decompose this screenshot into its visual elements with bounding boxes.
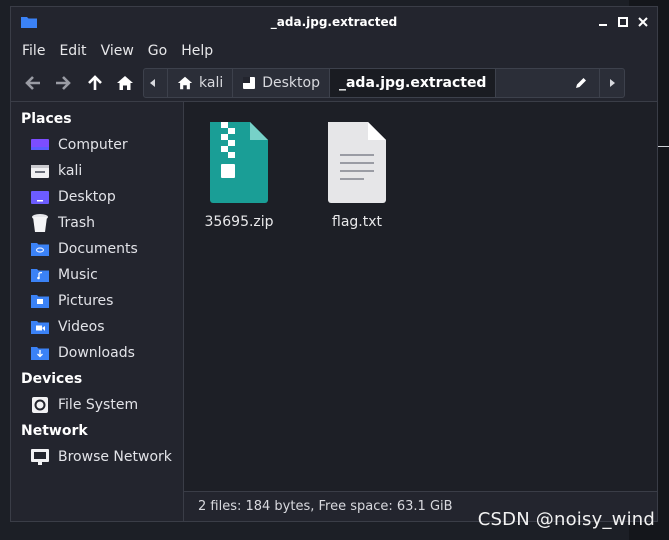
- sidebar-item-downloads[interactable]: Downloads: [11, 340, 183, 366]
- file-manager-window: _ada.jpg.extracted File Edit View Go Hel…: [10, 6, 658, 522]
- file-name: 35695.zip: [204, 214, 274, 230]
- menu-go[interactable]: Go: [141, 43, 174, 59]
- minimize-button[interactable]: [595, 14, 611, 30]
- menu-bar: File Edit View Go Help: [11, 37, 657, 65]
- documents-folder-icon: [30, 240, 50, 258]
- chevron-left-icon: [149, 79, 155, 87]
- zip-archive-icon: [210, 122, 268, 203]
- sidebar-item-computer[interactable]: Computer: [11, 132, 183, 158]
- sidebar-item-videos[interactable]: Videos: [11, 314, 183, 340]
- breadcrumb-label: _ada.jpg.extracted: [338, 75, 487, 91]
- sidebar-item-documents[interactable]: Documents: [11, 236, 183, 262]
- home-icon: [117, 76, 133, 90]
- minimize-icon: [599, 24, 607, 26]
- menu-file[interactable]: File: [15, 43, 52, 59]
- path-bar: kali Desktop _ada.jpg.extracted: [143, 68, 625, 98]
- sidebar-item-label: Music: [58, 267, 98, 283]
- network-icon: [30, 448, 50, 466]
- file-name: flag.txt: [332, 214, 382, 230]
- pictures-folder-icon: [30, 292, 50, 310]
- sidebar-item-label: Documents: [58, 241, 138, 257]
- chevron-right-icon: [610, 79, 615, 87]
- menu-help[interactable]: Help: [174, 43, 220, 59]
- sidebar-item-label: Trash: [58, 215, 95, 231]
- sidebar-item-kali[interactable]: kali: [11, 158, 183, 184]
- text-file-icon: [328, 122, 386, 203]
- maximize-button[interactable]: [615, 14, 631, 30]
- maximize-icon: [618, 17, 628, 27]
- file-item-zip[interactable]: 35695.zip: [194, 120, 284, 230]
- breadcrumb-desktop[interactable]: Desktop: [233, 69, 330, 97]
- menu-view[interactable]: View: [94, 43, 141, 59]
- sidebar-item-label: Browse Network: [58, 449, 172, 465]
- close-icon: [638, 17, 648, 27]
- breadcrumb-label: kali: [199, 75, 224, 91]
- forward-button[interactable]: [49, 69, 77, 97]
- toolbar: kali Desktop _ada.jpg.extracted: [11, 65, 657, 101]
- sidebar-item-trash[interactable]: Trash: [11, 210, 183, 236]
- file-view[interactable]: 35695.zip flag.txt: [184, 102, 657, 491]
- sidebar-item-desktop[interactable]: Desktop: [11, 184, 183, 210]
- places-heading: Places: [21, 111, 72, 127]
- arrow-left-icon: [25, 76, 40, 90]
- content-area: Places Computer kali Desktop Trash Docum…: [11, 101, 657, 521]
- sidebar-item-music[interactable]: Music: [11, 262, 183, 288]
- desktop-icon: [243, 77, 256, 89]
- sidebar-item-file-system[interactable]: File System: [11, 392, 183, 418]
- watermark-text: CSDN @noisy_wind: [477, 509, 655, 530]
- breadcrumb-kali[interactable]: kali: [168, 69, 234, 97]
- up-button[interactable]: [81, 69, 109, 97]
- menu-edit[interactable]: Edit: [52, 43, 93, 59]
- back-button[interactable]: [19, 69, 47, 97]
- sidebar-item-label: Pictures: [58, 293, 114, 309]
- home-button[interactable]: [111, 69, 139, 97]
- file-item-flag-txt[interactable]: flag.txt: [312, 120, 402, 230]
- arrow-right-icon: [56, 76, 71, 90]
- path-scroll-right-button[interactable]: [599, 69, 624, 97]
- devices-heading: Devices: [21, 371, 83, 387]
- title-bar[interactable]: _ada.jpg.extracted: [11, 7, 657, 37]
- computer-icon: [30, 136, 50, 154]
- music-folder-icon: [30, 266, 50, 284]
- videos-folder-icon: [30, 318, 50, 336]
- downloads-folder-icon: [30, 344, 50, 362]
- sidebar-item-label: Videos: [58, 319, 105, 335]
- edit-path-button[interactable]: [566, 69, 596, 97]
- sidebar-item-pictures[interactable]: Pictures: [11, 288, 183, 314]
- breadcrumb-current-folder[interactable]: _ada.jpg.extracted: [329, 69, 497, 97]
- sidebar-item-label: Downloads: [58, 345, 135, 361]
- sidebar-item-browse-network[interactable]: Browse Network: [11, 444, 183, 470]
- path-scroll-left-button[interactable]: [144, 69, 168, 97]
- arrow-up-icon: [88, 75, 102, 90]
- sidebar-item-label: File System: [58, 397, 139, 413]
- drive-icon: [30, 396, 50, 414]
- close-button[interactable]: [635, 14, 651, 30]
- pencil-icon: [576, 78, 586, 88]
- breadcrumb-label: Desktop: [262, 75, 320, 91]
- network-heading: Network: [21, 423, 88, 439]
- status-text: 2 files: 184 bytes, Free space: 63.1 GiB: [198, 499, 453, 514]
- sidebar-item-label: kali: [58, 163, 83, 179]
- home-icon: [177, 76, 193, 90]
- home-folder-icon: [30, 162, 50, 180]
- desktop-folder-icon: [30, 188, 50, 206]
- sidebar: Places Computer kali Desktop Trash Docum…: [11, 102, 184, 521]
- sidebar-item-label: Desktop: [58, 189, 116, 205]
- window-title: _ada.jpg.extracted: [270, 15, 398, 29]
- sidebar-item-label: Computer: [58, 137, 128, 153]
- trash-icon: [30, 214, 50, 232]
